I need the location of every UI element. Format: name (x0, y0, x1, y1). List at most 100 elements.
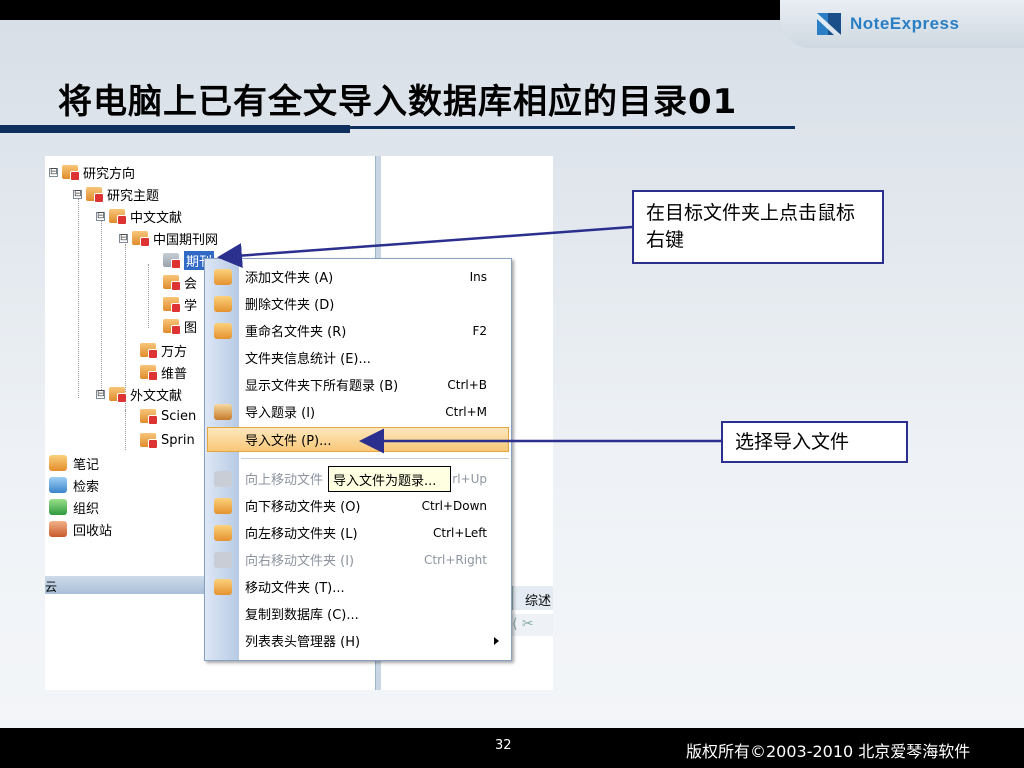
menu-item-import-files[interactable]: 导入文件 (P)... (205, 426, 511, 453)
menu-item-move-left[interactable]: 向左移动文件夹 (L) Ctrl+Left (205, 519, 511, 546)
tree-item-recycle-bin[interactable]: 回收站 (49, 519, 112, 539)
folder-icon (140, 343, 158, 359)
callout-right-click: 在目标文件夹上点击鼠标右键 (632, 190, 884, 264)
noteexpress-logo-icon (814, 9, 844, 39)
tree-item-label: 研究主题 (107, 188, 160, 204)
collapse-toggle-icon[interactable]: ⊟ (73, 189, 82, 199)
folder-icon (132, 231, 150, 247)
note-icon (49, 455, 67, 471)
menu-item-column-manager[interactable]: 列表表头管理器 (H) (205, 627, 511, 654)
tree-item-label: 学 (184, 298, 198, 314)
tree-item-label: 维普 (161, 366, 188, 382)
folder-icon (140, 365, 158, 381)
organize-icon (49, 499, 67, 515)
tree-item-search[interactable]: 检索 (49, 475, 99, 495)
folder-icon (163, 253, 181, 269)
tooltip: 导入文件为题录... (328, 466, 451, 492)
tree-item-label: 组织 (73, 501, 100, 517)
tree-item[interactable]: 维普 (140, 362, 187, 382)
folder-icon (86, 187, 104, 203)
collapse-toggle-icon[interactable]: ⊟ (96, 211, 105, 221)
tree-guide (148, 264, 149, 328)
menu-item-label: 删除文件夹 (D) (245, 298, 335, 313)
tree-item-label: 回收站 (73, 523, 113, 539)
menu-item-label: 文件夹信息统计 (E)... (245, 352, 371, 367)
collapse-toggle-icon[interactable]: ⊟ (119, 233, 128, 243)
move-folder-icon (214, 578, 232, 595)
menu-item-label: 向左移动文件夹 (L) (245, 527, 358, 542)
tree-item-label: 笔记 (73, 457, 100, 473)
title-rule-thin (350, 126, 795, 129)
folder-icon (109, 387, 127, 403)
tree-item[interactable]: ⊟ 中文文献 (96, 206, 182, 226)
slide-title: 将电脑上已有全文导入数据库相应的目录01 (58, 82, 738, 122)
menu-item-show-all-records[interactable]: 显示文件夹下所有题录 (B) Ctrl+B (205, 371, 511, 398)
tree-item-label: 检索 (73, 479, 100, 495)
menu-item-delete-folder[interactable]: 删除文件夹 (D) (205, 290, 511, 317)
menu-item-label: 重命名文件夹 (R) (245, 325, 347, 340)
menu-item-shortcut: Ins (469, 269, 487, 284)
tree-item[interactable]: 学 (163, 294, 197, 314)
tree-item[interactable]: Sprin (140, 430, 195, 450)
tree-item[interactable]: Scien (140, 406, 196, 426)
tree-item-notes[interactable]: 笔记 (49, 453, 99, 473)
menu-item-move-folder[interactable]: 移动文件夹 (T)... (205, 573, 511, 600)
menu-item-label: 列表表头管理器 (H) (245, 635, 361, 650)
import-records-icon (214, 403, 232, 420)
tree-item[interactable]: ⊟ 中国期刊网 (119, 228, 218, 248)
folder-icon (140, 433, 158, 449)
folder-icon (109, 209, 127, 225)
callout-select-import: 选择导入文件 (721, 421, 908, 463)
tree-item-label: 研究方向 (83, 166, 136, 182)
tree-item-label: 中国期刊网 (153, 232, 219, 248)
add-folder-icon (214, 268, 232, 285)
rename-folder-icon (214, 322, 232, 339)
move-up-icon (214, 470, 232, 487)
menu-item-folder-stats[interactable]: 文件夹信息统计 (E)... (205, 344, 511, 371)
slide: NoteExpress 将电脑上已有全文导入数据库相应的目录01 ⊟ 研究方向 … (0, 0, 1024, 768)
collapse-toggle-icon[interactable]: ⊟ (96, 389, 105, 399)
move-left-icon (214, 524, 232, 541)
tree-item-label: 外文文献 (130, 388, 183, 404)
tree-item-label: 会 (184, 276, 198, 292)
menu-item-label: 向下移动文件夹 (O) (245, 500, 361, 515)
menu-item-copy-to-database[interactable]: 复制到数据库 (C)... (205, 600, 511, 627)
menu-item-label: 添加文件夹 (A) (245, 271, 334, 286)
move-down-icon (214, 497, 232, 514)
menu-item-move-right: 向右移动文件夹 (I) Ctrl+Right (205, 546, 511, 573)
menu-item-shortcut: Ctrl+B (447, 377, 487, 392)
tree-item-label: Scien (161, 408, 197, 424)
menu-item-rename-folder[interactable]: 重命名文件夹 (R) F2 (205, 317, 511, 344)
panel-tab-label[interactable]: 云 (45, 578, 57, 595)
menu-item-shortcut: Ctrl+Down (421, 498, 487, 513)
menu-item-move-down[interactable]: 向下移动文件夹 (O) Ctrl+Down (205, 492, 511, 519)
tree-item[interactable]: 会 (163, 272, 197, 292)
menu-item-label: 显示文件夹下所有题录 (B) (245, 379, 399, 394)
title-rule-thick (0, 125, 350, 133)
menu-item-shortcut: Ctrl+Left (433, 525, 487, 540)
tree-item[interactable]: 图 (163, 316, 197, 336)
menu-item-label: 移动文件夹 (T)... (245, 581, 345, 596)
menu-item-import-records[interactable]: 导入题录 (I) Ctrl+M (205, 398, 511, 425)
tree-item[interactable]: ⊟ 研究主题 (73, 184, 159, 204)
submenu-arrow-icon (494, 637, 499, 645)
tree-guide (101, 220, 102, 392)
right-panel-tab-label: 综述 (525, 594, 552, 609)
collapse-toggle-icon[interactable]: ⊟ (49, 167, 58, 177)
right-panel-tab[interactable]: 综述 (512, 586, 553, 610)
menu-item-add-folder[interactable]: 添加文件夹 (A) Ins (205, 263, 511, 290)
tree-item-label: 中文文献 (130, 210, 183, 226)
tree-item-organize[interactable]: 组织 (49, 497, 99, 517)
toolbar-icons[interactable]: ⟨ ✂ (512, 616, 534, 632)
recycle-bin-icon (49, 521, 67, 537)
tree-item[interactable]: ⊟ 研究方向 (49, 162, 135, 182)
tree-item[interactable]: 万方 (140, 340, 187, 360)
context-menu: 添加文件夹 (A) Ins 删除文件夹 (D) 重命名文件夹 (R) F2 文件… (204, 258, 512, 661)
move-right-icon (214, 551, 232, 568)
copyright-text: 版权所有©2003-2010 北京爱琴海软件 (686, 742, 971, 761)
folder-icon (163, 297, 181, 313)
menu-item-shortcut: F2 (472, 323, 487, 338)
tree-item[interactable]: ⊟ 外文文献 (96, 384, 182, 404)
right-panel-toolbar: ⟨ ✂ (512, 614, 553, 636)
page-number: 32 (495, 738, 512, 753)
